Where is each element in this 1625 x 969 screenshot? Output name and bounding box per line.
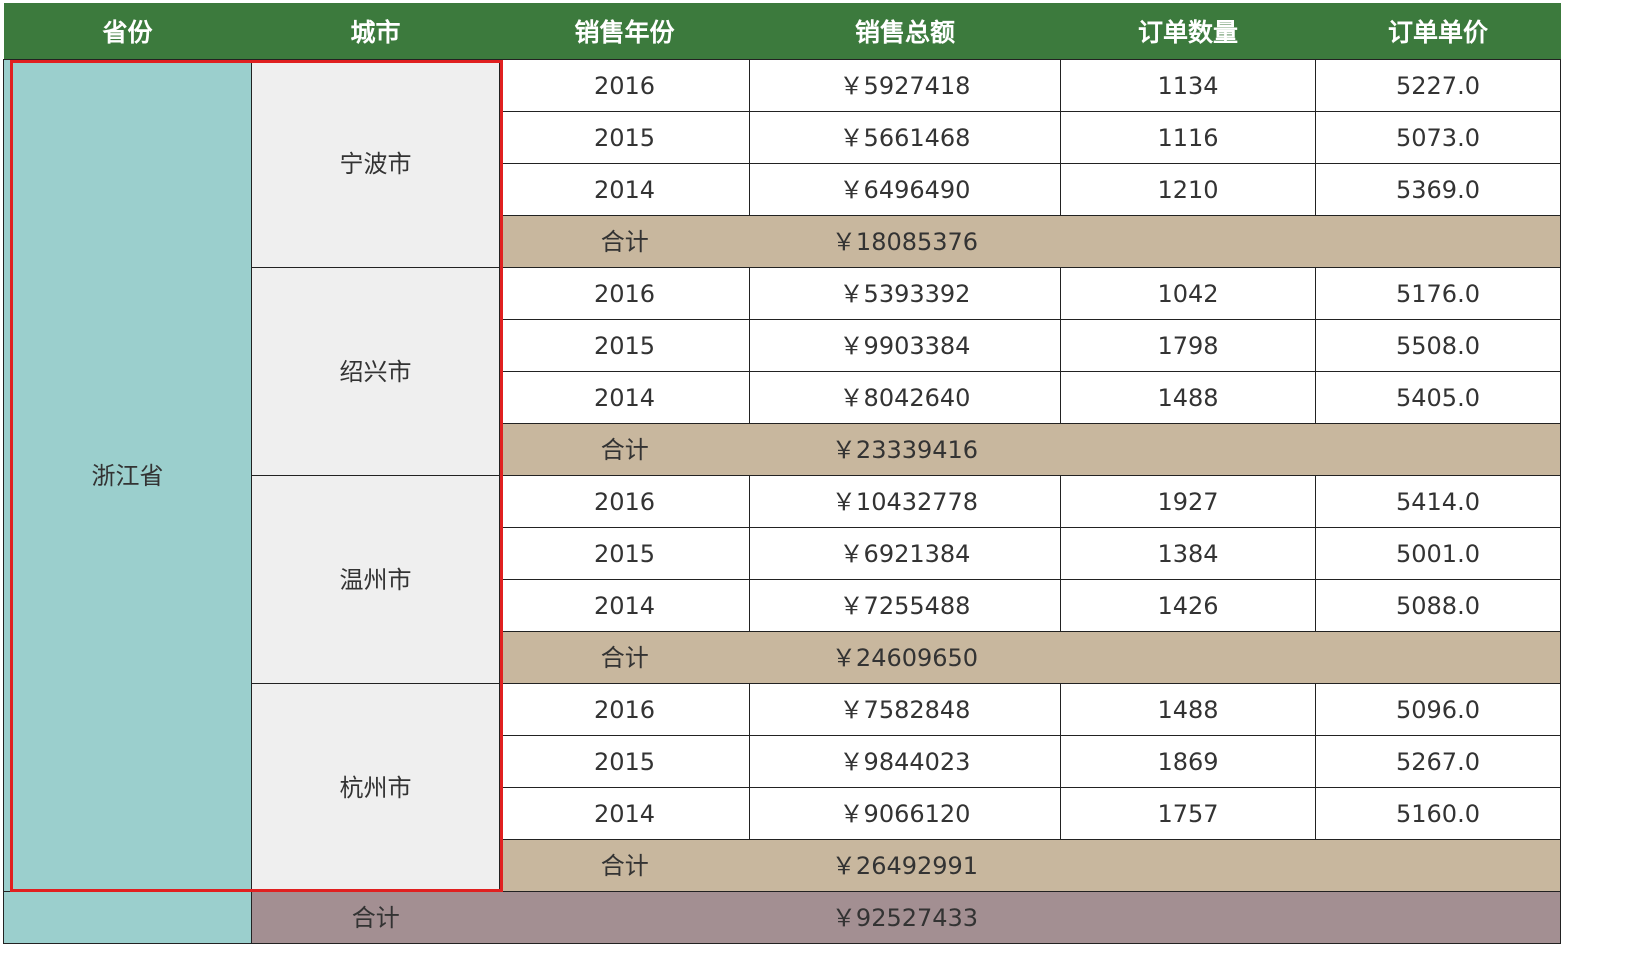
year-cell[interactable]: 2015 bbox=[499, 319, 750, 372]
year-cell[interactable]: 2015 bbox=[499, 111, 750, 164]
year-cell[interactable]: 2014 bbox=[499, 163, 750, 216]
table-row: 浙江省 宁波市 2016 ￥5927418 1134 5227.0 bbox=[3, 59, 1561, 892]
order-count-cell[interactable]: 1426 bbox=[1060, 579, 1316, 632]
subtotal-label[interactable]: 合计 bbox=[499, 215, 750, 268]
province-cell[interactable]: 浙江省 bbox=[3, 59, 252, 892]
order-count-cell[interactable]: 1134 bbox=[1060, 59, 1316, 112]
order-count-cell[interactable]: 1488 bbox=[1060, 371, 1316, 424]
sales-total-cell[interactable]: ￥9844023 bbox=[749, 735, 1061, 788]
year-cell[interactable]: 2014 bbox=[499, 579, 750, 632]
city-cell[interactable]: 宁波市 bbox=[251, 59, 500, 268]
sales-total-cell[interactable]: ￥9903384 bbox=[749, 319, 1061, 372]
subtotal-empty-cell[interactable] bbox=[1315, 215, 1561, 268]
unit-price-cell[interactable]: 5508.0 bbox=[1315, 319, 1561, 372]
unit-price-cell[interactable]: 5088.0 bbox=[1315, 579, 1561, 632]
unit-price-cell[interactable]: 5227.0 bbox=[1315, 59, 1561, 112]
table-body: 浙江省 宁波市 2016 ￥5927418 1134 5227.0 2015 ￥5661468… bbox=[3, 59, 1561, 944]
order-count-cell[interactable]: 1384 bbox=[1060, 527, 1316, 580]
unit-price-cell[interactable]: 5176.0 bbox=[1315, 267, 1561, 320]
unit-price-cell[interactable]: 5414.0 bbox=[1315, 475, 1561, 528]
year-cell[interactable]: 2016 bbox=[499, 683, 750, 736]
header-year[interactable]: 销售年份 bbox=[499, 3, 750, 60]
year-cell[interactable]: 2016 bbox=[499, 59, 750, 112]
unit-price-cell[interactable]: 5001.0 bbox=[1315, 527, 1561, 580]
unit-price-cell[interactable]: 5160.0 bbox=[1315, 787, 1561, 840]
subtotal-label[interactable]: 合计 bbox=[499, 423, 750, 476]
header-province[interactable]: 省份 bbox=[3, 3, 252, 60]
grand-total-empty-cell[interactable] bbox=[1315, 891, 1561, 944]
city-cell[interactable]: 绍兴市 bbox=[251, 267, 500, 476]
grand-total-value[interactable]: ￥92527433 bbox=[749, 891, 1061, 944]
order-count-cell[interactable]: 1798 bbox=[1060, 319, 1316, 372]
header-row: 省份 城市 销售年份 销售总额 订单数量 订单单价 bbox=[3, 3, 1561, 60]
subtotal-label[interactable]: 合计 bbox=[499, 631, 750, 684]
unit-price-cell[interactable]: 5096.0 bbox=[1315, 683, 1561, 736]
subtotal-empty-cell[interactable] bbox=[1315, 839, 1561, 892]
city-cell[interactable]: 温州市 bbox=[251, 475, 500, 684]
subtotal-value[interactable]: ￥18085376 bbox=[749, 215, 1061, 268]
header-orders[interactable]: 订单数量 bbox=[1060, 3, 1316, 60]
order-count-cell[interactable]: 1116 bbox=[1060, 111, 1316, 164]
grand-total-row: 合计 ￥92527433 bbox=[3, 891, 1561, 944]
subtotal-empty-cell[interactable] bbox=[1315, 423, 1561, 476]
header-unit-price[interactable]: 订单单价 bbox=[1315, 3, 1561, 60]
province-continuation-cell[interactable] bbox=[3, 891, 252, 944]
sales-total-cell[interactable]: ￥9066120 bbox=[749, 787, 1061, 840]
unit-price-cell[interactable]: 5405.0 bbox=[1315, 371, 1561, 424]
sales-table: 省份 城市 销售年份 销售总额 订单数量 订单单价 浙江省 宁波市 2016 ￥592… bbox=[3, 3, 1561, 944]
order-count-cell[interactable]: 1927 bbox=[1060, 475, 1316, 528]
subtotal-label[interactable]: 合计 bbox=[499, 839, 750, 892]
sales-total-cell[interactable]: ￥5393392 bbox=[749, 267, 1061, 320]
year-cell[interactable]: 2014 bbox=[499, 787, 750, 840]
header-total[interactable]: 销售总额 bbox=[749, 3, 1061, 60]
city-cell[interactable]: 杭州市 bbox=[251, 683, 500, 892]
unit-price-cell[interactable]: 5267.0 bbox=[1315, 735, 1561, 788]
sales-total-cell[interactable]: ￥5927418 bbox=[749, 59, 1061, 112]
subtotal-empty-cell[interactable] bbox=[1315, 631, 1561, 684]
year-cell[interactable]: 2016 bbox=[499, 475, 750, 528]
year-cell[interactable]: 2014 bbox=[499, 371, 750, 424]
order-count-cell[interactable]: 1488 bbox=[1060, 683, 1316, 736]
order-count-cell[interactable]: 1757 bbox=[1060, 787, 1316, 840]
subtotal-empty-cell[interactable] bbox=[1060, 423, 1316, 476]
header-city[interactable]: 城市 bbox=[251, 3, 500, 60]
sales-total-cell[interactable]: ￥7255488 bbox=[749, 579, 1061, 632]
subtotal-empty-cell[interactable] bbox=[1060, 215, 1316, 268]
subtotal-value[interactable]: ￥23339416 bbox=[749, 423, 1061, 476]
year-cell[interactable]: 2015 bbox=[499, 527, 750, 580]
unit-price-cell[interactable]: 5073.0 bbox=[1315, 111, 1561, 164]
sales-total-cell[interactable]: ￥6496490 bbox=[749, 163, 1061, 216]
grand-total-label[interactable]: 合计 bbox=[251, 891, 500, 944]
subtotal-value[interactable]: ￥24609650 bbox=[749, 631, 1061, 684]
sales-total-cell[interactable]: ￥6921384 bbox=[749, 527, 1061, 580]
sales-total-cell[interactable]: ￥8042640 bbox=[749, 371, 1061, 424]
year-cell[interactable]: 2016 bbox=[499, 267, 750, 320]
sales-total-cell[interactable]: ￥7582848 bbox=[749, 683, 1061, 736]
sales-total-cell[interactable]: ￥10432778 bbox=[749, 475, 1061, 528]
order-count-cell[interactable]: 1869 bbox=[1060, 735, 1316, 788]
subtotal-empty-cell[interactable] bbox=[1060, 839, 1316, 892]
report-canvas: 省份 城市 销售年份 销售总额 订单数量 订单单价 浙江省 宁波市 2016 ￥592… bbox=[0, 0, 1625, 969]
unit-price-cell[interactable]: 5369.0 bbox=[1315, 163, 1561, 216]
order-count-cell[interactable]: 1210 bbox=[1060, 163, 1316, 216]
subtotal-empty-cell[interactable] bbox=[1060, 631, 1316, 684]
grand-total-empty-cell[interactable] bbox=[499, 891, 750, 944]
order-count-cell[interactable]: 1042 bbox=[1060, 267, 1316, 320]
grand-total-empty-cell[interactable] bbox=[1060, 891, 1316, 944]
subtotal-value[interactable]: ￥26492991 bbox=[749, 839, 1061, 892]
sales-total-cell[interactable]: ￥5661468 bbox=[749, 111, 1061, 164]
year-cell[interactable]: 2015 bbox=[499, 735, 750, 788]
